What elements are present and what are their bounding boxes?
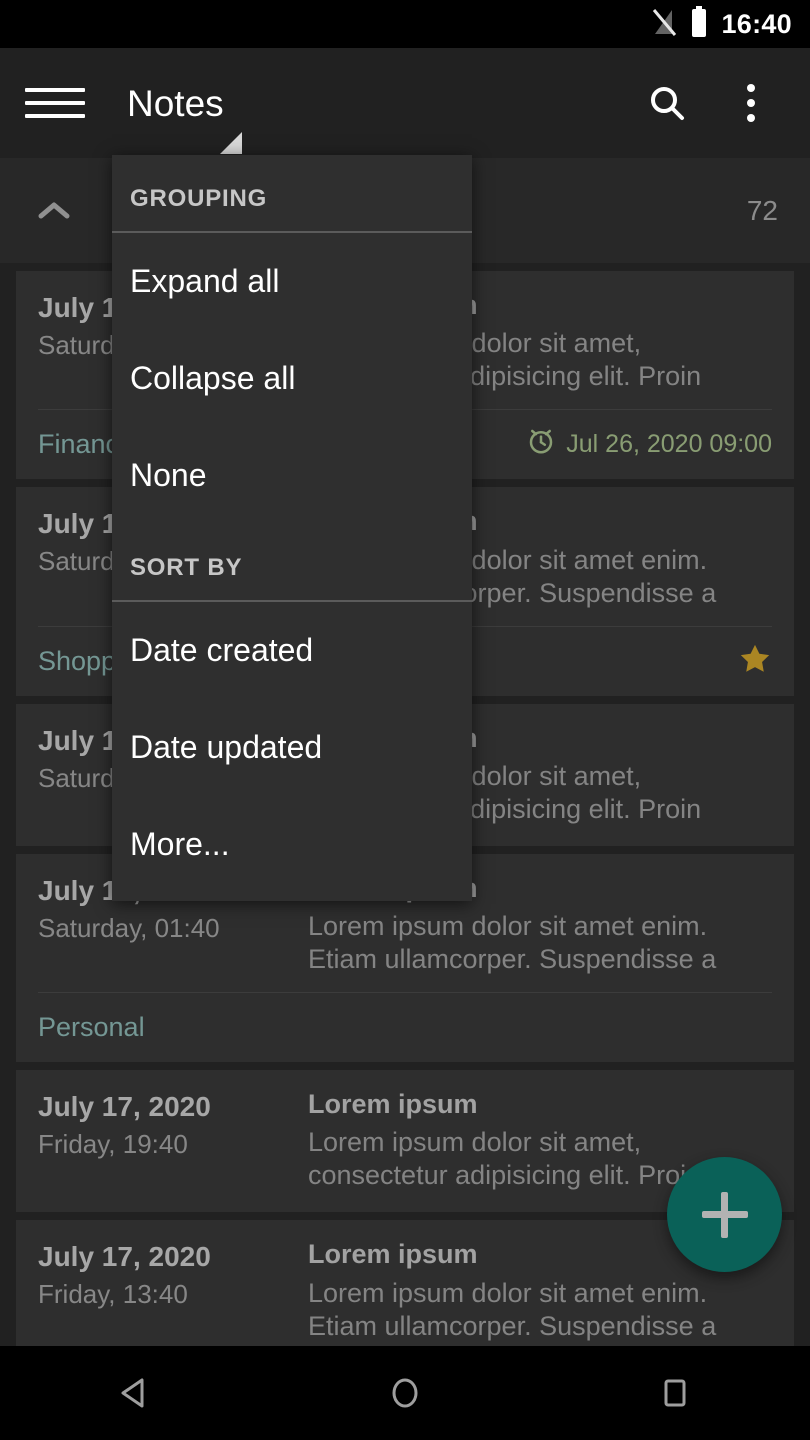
search-icon[interactable] bbox=[638, 74, 696, 132]
home-circle-icon[interactable] bbox=[345, 1346, 465, 1440]
system-nav-bar bbox=[0, 1346, 810, 1440]
recents-square-icon[interactable] bbox=[615, 1346, 735, 1440]
grouping-sort-popup-menu: GROUPING Expand all Collapse all None SO… bbox=[112, 155, 472, 901]
battery-full-icon bbox=[689, 5, 709, 43]
app-toolbar: Notes bbox=[0, 48, 810, 158]
menu-section-sort-label: SORT BY bbox=[130, 554, 243, 581]
app-screen: 16:40 Notes 72 July Saturday, dolor sit … bbox=[0, 0, 810, 1440]
signal-off-icon bbox=[651, 7, 677, 42]
menu-item-collapse-all[interactable]: Collapse all bbox=[112, 330, 472, 427]
dropdown-caret-icon bbox=[219, 131, 242, 154]
menu-section-grouping-label: GROUPING bbox=[130, 185, 268, 212]
status-bar: 16:40 bbox=[0, 0, 810, 48]
title-dropdown[interactable]: Notes bbox=[127, 82, 242, 154]
hamburger-icon[interactable] bbox=[25, 81, 85, 125]
menu-item-date-updated[interactable]: Date updated bbox=[112, 699, 472, 796]
menu-item-expand-all[interactable]: Expand all bbox=[112, 233, 472, 330]
overflow-menu-icon[interactable] bbox=[722, 74, 780, 132]
back-triangle-icon[interactable] bbox=[75, 1346, 195, 1440]
menu-item-date-created[interactable]: Date created bbox=[112, 602, 472, 699]
status-bar-clock: 16:40 bbox=[721, 8, 792, 39]
page-title: Notes bbox=[127, 82, 224, 124]
toolbar-actions bbox=[638, 74, 810, 132]
menu-item-more[interactable]: More... bbox=[112, 796, 472, 893]
menu-item-none[interactable]: None bbox=[112, 427, 472, 524]
